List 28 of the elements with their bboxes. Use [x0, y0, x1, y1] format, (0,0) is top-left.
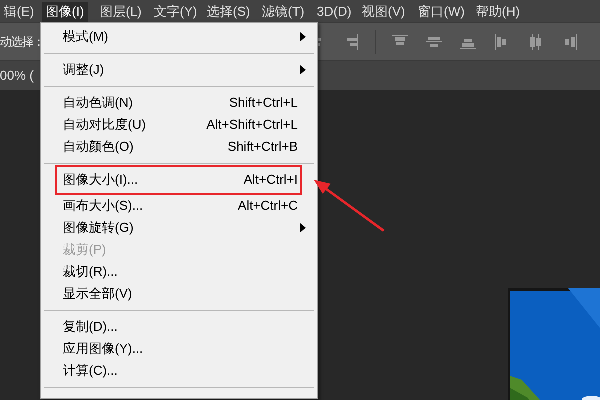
menu-item[interactable]: 图像旋转(G): [41, 217, 317, 239]
menu-item[interactable]: 画布大小(S)... Alt+Ctrl+C: [41, 195, 317, 217]
menu-item[interactable]: 复制(D)...: [41, 316, 317, 338]
menu-bar-item[interactable]: 图像(I): [42, 2, 88, 22]
menu-item[interactable]: 自动对比度(U) Alt+Shift+Ctrl+L: [41, 114, 317, 136]
menu-item[interactable]: 模式(M): [41, 26, 317, 48]
document-tab[interactable]: 00% (: [0, 66, 34, 86]
menu-bar-item[interactable]: 选择(S): [203, 2, 254, 22]
menu-bar-item[interactable]: 帮助(H): [472, 2, 524, 22]
menu-bar-item[interactable]: 3D(D): [313, 2, 356, 22]
menu-item[interactable]: 计算(C)...: [41, 360, 317, 382]
menu-item[interactable]: 自动色调(N) Shift+Ctrl+L: [41, 92, 317, 114]
menu-bar-item[interactable]: 滤镜(T): [258, 2, 309, 22]
menu-bar-item[interactable]: 窗口(W): [414, 2, 469, 22]
auto-select-label: 动选择：: [0, 34, 44, 50]
menu-bar-item[interactable]: 图层(L): [96, 2, 146, 22]
menu-bar-item[interactable]: 辑(E): [0, 2, 38, 22]
menu-item[interactable]: 图像大小(I)... Alt+Ctrl+I: [55, 165, 302, 195]
submenu-arrow-icon: [300, 32, 306, 42]
menu-item[interactable]: 应用图像(Y)...: [41, 338, 317, 360]
menu-item[interactable]: 裁切(R)...: [41, 261, 317, 283]
submenu-arrow-icon: [300, 223, 306, 233]
menu-item[interactable]: 显示全部(V): [41, 283, 317, 305]
menu-item[interactable]: 自动颜色(O) Shift+Ctrl+B: [41, 136, 317, 158]
menu-bar-item[interactable]: 文字(Y): [150, 2, 202, 22]
menu-item[interactable]: 调整(J): [41, 59, 317, 81]
submenu-arrow-icon: [300, 65, 306, 75]
menu-bar-item[interactable]: 视图(V): [358, 2, 410, 22]
